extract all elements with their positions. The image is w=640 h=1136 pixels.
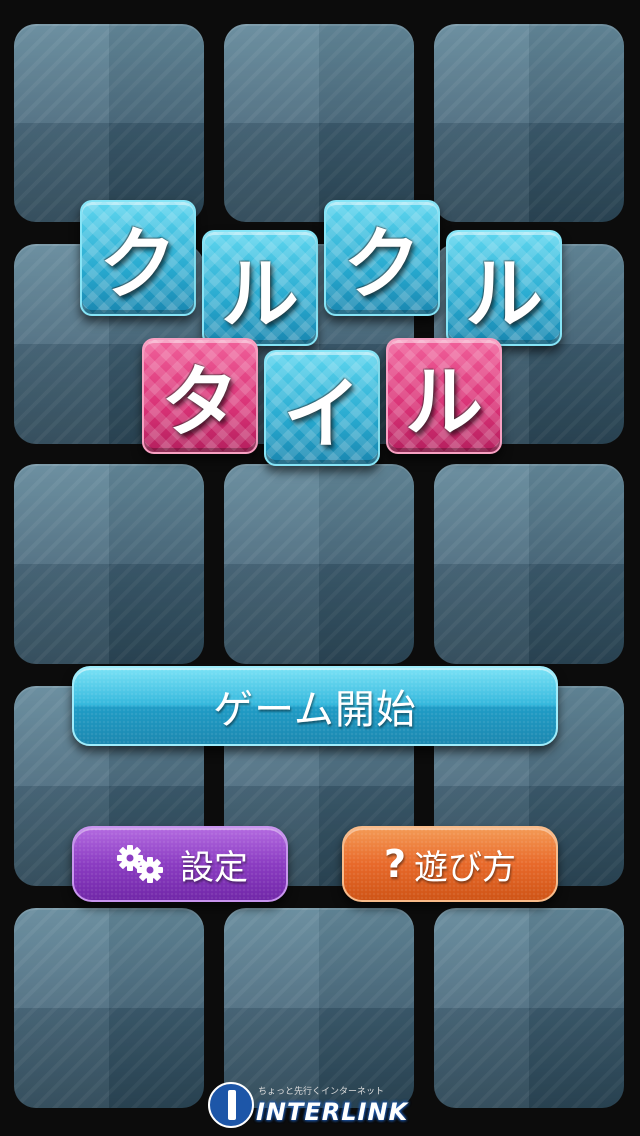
- bg-tile: [14, 908, 204, 1108]
- interlink-tagline: ちょっと先行くインターネット: [258, 1087, 385, 1097]
- question-icon: ?: [383, 842, 407, 886]
- how-to-play-button[interactable]: ? 遊び方: [342, 826, 558, 902]
- bg-tile: [434, 464, 624, 664]
- how-to-play-label: 遊び方: [414, 847, 517, 888]
- bg-tile: [434, 908, 624, 1108]
- settings-button[interactable]: 設定: [72, 826, 288, 902]
- bg-tile: [14, 24, 204, 222]
- title-letter: ク: [80, 200, 196, 316]
- title-letter: タ: [142, 338, 258, 454]
- gears-icon: [112, 842, 170, 886]
- bg-tile: [224, 464, 414, 664]
- interlink-logo: ちょっと先行くインターネット INTERLINK: [208, 1078, 418, 1134]
- bg-tile: [14, 464, 204, 664]
- title-letter: ル: [386, 338, 502, 454]
- interlink-mark-icon: [208, 1082, 254, 1128]
- title-letter: ル: [202, 230, 318, 346]
- title-letter: イ: [264, 350, 380, 466]
- start-game-button[interactable]: ゲーム開始: [72, 666, 558, 746]
- title-letter: ル: [446, 230, 562, 346]
- interlink-brand: INTERLINK: [256, 1098, 409, 1126]
- settings-label: 設定: [180, 847, 248, 888]
- bg-tile: [224, 24, 414, 222]
- bg-tile: [434, 24, 624, 222]
- start-game-label: ゲーム開始: [213, 687, 417, 733]
- title-letter: ク: [324, 200, 440, 316]
